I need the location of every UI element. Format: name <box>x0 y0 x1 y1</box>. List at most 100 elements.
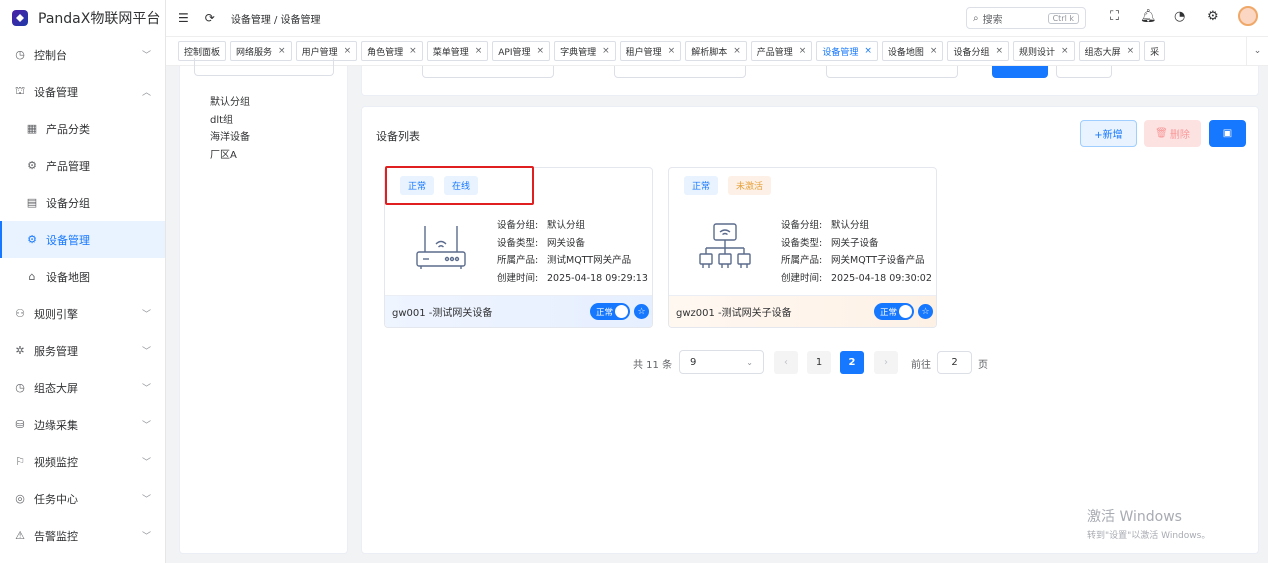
prev-page-button[interactable]: ‹ <box>774 351 798 374</box>
info-row: 设备类型: 网关子设备 <box>781 235 932 253</box>
search-icon: ⌕ <box>973 12 979 24</box>
tab-label: API管理 <box>498 47 531 58</box>
close-icon[interactable]: × <box>278 46 286 56</box>
sidebar-item-6[interactable]: ⌂ 设备地图 <box>0 258 165 295</box>
close-icon[interactable]: × <box>344 46 352 56</box>
status-badge: 正常 <box>684 176 719 195</box>
tab-7[interactable]: 租户管理 × <box>619 41 682 61</box>
close-icon[interactable]: × <box>537 46 545 56</box>
sidebar-item-5[interactable]: ⚙ 设备管理 <box>0 221 165 258</box>
settings-icon[interactable]: ⚙ <box>1207 9 1219 24</box>
tab-9[interactable]: 产品管理 × <box>750 41 813 61</box>
sidebar-item-0[interactable]: ◷ 控制台 ﹀ <box>0 36 165 73</box>
language-icon[interactable]: ◔ <box>1174 9 1185 24</box>
next-page-button[interactable]: › <box>874 351 898 374</box>
close-icon[interactable]: × <box>475 46 483 56</box>
sidebar-item-8[interactable]: ✲ 服务管理 ﹀ <box>0 332 165 369</box>
app-logo[interactable]: PandaX物联网平台 <box>0 0 165 36</box>
tab-14[interactable]: 组态大屏 × <box>1078 41 1141 61</box>
sidebar-item-11[interactable]: ⚐ 视频监控 ﹀ <box>0 443 165 480</box>
tab-11[interactable]: 设备地图 × <box>881 41 944 61</box>
page-size-select[interactable]: 9 ⌄ <box>679 350 764 374</box>
chevron-up-icon: ︿ <box>141 88 151 98</box>
status-switch[interactable]: 正常 <box>590 303 630 320</box>
switch-label: 正常 <box>880 307 898 318</box>
tree-node[interactable]: 默认分组 <box>210 94 250 112</box>
sidebar-item-1[interactable]: ⛫ 设备管理 ︿ <box>0 73 165 110</box>
info-row: 创建时间: 2025-04-18 09:30:02 <box>781 270 932 288</box>
tree-node[interactable]: 厂区A <box>210 147 250 165</box>
filter-select-product[interactable] <box>826 66 958 78</box>
windows-watermark: 激活 Windows 转到"设置"以激活 Windows。 <box>1087 506 1210 541</box>
sidebar-item-9[interactable]: ◷ 组态大屏 ﹀ <box>0 369 165 406</box>
filter-select-type[interactable] <box>614 66 746 78</box>
close-icon[interactable]: × <box>1061 46 1069 56</box>
close-icon[interactable]: × <box>1127 46 1135 56</box>
page-button[interactable]: 2 <box>840 351 864 374</box>
status-switch[interactable]: 正常 <box>874 303 914 320</box>
filter-bar <box>361 66 1259 96</box>
tab-13[interactable]: 规则设计 × <box>1013 41 1075 61</box>
star-icon[interactable]: ☆ <box>918 304 933 319</box>
sidebar-item-label: 设备管理 <box>34 85 78 99</box>
close-icon[interactable]: × <box>733 46 741 56</box>
map-icon: ⌂ <box>28 270 36 283</box>
query-button[interactable] <box>992 66 1048 78</box>
info-value: 默认分组 <box>547 220 586 231</box>
tags-dropdown-icon[interactable]: ⌄ <box>1246 37 1268 65</box>
star-icon[interactable]: ☆ <box>634 304 649 319</box>
tree-node[interactable]: dlt组 <box>210 112 250 130</box>
tree-node[interactable]: 海洋设备 <box>210 129 250 147</box>
menu-collapse-icon[interactable]: ☰ <box>178 11 189 25</box>
close-icon[interactable]: × <box>995 46 1003 56</box>
card-view-icon: ▣ <box>1222 128 1233 139</box>
tab-5[interactable]: API管理 × <box>492 41 551 61</box>
avatar[interactable] <box>1238 6 1258 26</box>
sidebar-item-4[interactable]: ▤ 设备分组 <box>0 184 165 221</box>
page-button[interactable]: 1 <box>807 351 831 374</box>
sidebar-item-13[interactable]: ⚠ 告警监控 ﹀ <box>0 517 165 554</box>
sidebar-item-10[interactable]: ⛁ 边缘采集 ﹀ <box>0 406 165 443</box>
delete-button[interactable]: 🗑︎ 删除 <box>1144 120 1201 147</box>
device-card[interactable]: 正常 未激活 设备分组: 默认分组 设备类型: 网关子设备 所属产品: 网关MQTT子设备产品… <box>668 167 937 328</box>
close-icon[interactable]: × <box>864 46 872 56</box>
tab-4[interactable]: 菜单管理 × <box>426 41 489 61</box>
bell-icon[interactable]: 🔔︎ <box>1140 9 1157 24</box>
close-icon[interactable]: × <box>799 46 807 56</box>
sidebar-item-7[interactable]: ⚇ 规则引擎 ﹀ <box>0 295 165 332</box>
dashboard-icon: ◷ <box>15 48 25 61</box>
tab-3[interactable]: 角色管理 × <box>361 41 423 61</box>
tab-8[interactable]: 解析脚本 × <box>685 41 747 61</box>
sidebar-item-3[interactable]: ⚙ 产品管理 <box>0 147 165 184</box>
chevron-down-icon: ﹀ <box>141 421 151 431</box>
info-key: 所属产品: <box>781 255 823 266</box>
toggle-view-button[interactable]: ▣ <box>1209 120 1246 147</box>
tab-label: 设备管理 <box>822 47 859 58</box>
app-title: PandaX物联网平台 <box>38 11 161 27</box>
add-button[interactable]: +新增 <box>1080 120 1137 147</box>
tab-15[interactable]: 采 <box>1144 41 1166 61</box>
task-icon: ◎ <box>15 492 25 505</box>
sidebar-item-label: 产品管理 <box>46 159 90 173</box>
reset-button[interactable] <box>1056 66 1112 78</box>
sidebar-item-12[interactable]: ◎ 任务中心 ﹀ <box>0 480 165 517</box>
tab-10[interactable]: 设备管理 × <box>816 41 878 61</box>
search-input[interactable]: ⌕ 搜索 Ctrl k <box>966 7 1086 29</box>
goto-page-input[interactable]: 2 <box>937 351 972 374</box>
close-icon[interactable]: × <box>930 46 938 56</box>
close-icon[interactable]: × <box>409 46 417 56</box>
tab-6[interactable]: 字典管理 × <box>554 41 616 61</box>
sidebar-item-2[interactable]: ▦ 产品分类 <box>0 110 165 147</box>
close-icon[interactable]: × <box>602 46 610 56</box>
sidebar-item-14[interactable]: ⚒开发工具﹀ <box>0 554 165 563</box>
fullscreen-icon[interactable]: ⛶ <box>1110 9 1119 24</box>
tab-12[interactable]: 设备分组 × <box>947 41 1009 61</box>
filter-input-name[interactable] <box>422 66 554 78</box>
tree-filter-input[interactable] <box>194 58 334 76</box>
refresh-icon[interactable]: ⟳ <box>205 11 215 25</box>
tab-label: 角色管理 <box>367 47 404 58</box>
service-icon: ✲ <box>15 344 25 357</box>
close-icon[interactable]: × <box>668 46 676 56</box>
tab-label: 用户管理 <box>301 47 338 58</box>
info-key: 设备分组: <box>781 220 823 231</box>
